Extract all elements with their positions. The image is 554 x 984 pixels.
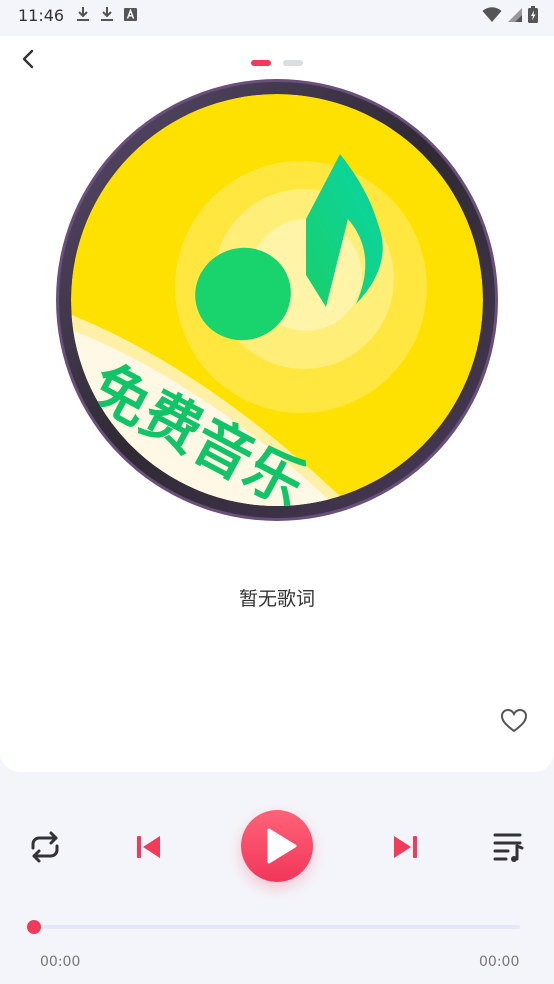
page-dot-active[interactable] — [251, 60, 271, 66]
lyrics-text: 暂无歌词 — [238, 588, 315, 610]
repeat-button[interactable] — [26, 828, 64, 866]
download-icon — [77, 7, 89, 21]
status-bar: 11:46 — [0, 0, 554, 32]
signal-icon — [508, 7, 522, 22]
current-time: 00:00 — [40, 954, 81, 970]
back-button[interactable] — [14, 44, 44, 74]
progress-thumb[interactable] — [27, 920, 41, 934]
favorite-button[interactable] — [500, 707, 528, 735]
status-time: 11:46 — [18, 6, 65, 25]
player-controls — [0, 808, 554, 884]
battery-icon — [528, 6, 538, 23]
playlist-button[interactable] — [490, 828, 526, 866]
previous-button[interactable] — [132, 830, 166, 864]
heart-icon — [500, 708, 528, 733]
play-icon — [267, 828, 297, 864]
text-a-icon — [124, 7, 137, 21]
next-button[interactable] — [388, 830, 422, 864]
download-icon — [101, 7, 113, 21]
system-icons — [482, 6, 538, 23]
play-button[interactable] — [241, 810, 313, 882]
wifi-icon — [482, 6, 502, 22]
skip-next-icon — [394, 836, 417, 858]
notification-icons — [76, 6, 137, 22]
chevron-left-icon — [22, 49, 34, 69]
playlist-icon — [493, 833, 524, 862]
skip-previous-icon — [137, 836, 160, 858]
progress-track[interactable] — [34, 925, 520, 929]
repeat-icon — [31, 831, 59, 863]
player-card: 免费音乐 暂无歌词 — [0, 36, 554, 772]
total-time: 00:00 — [479, 954, 520, 970]
page-dot[interactable] — [283, 60, 303, 66]
page-indicator — [251, 60, 303, 66]
album-disc: 免费音乐 — [56, 79, 498, 521]
